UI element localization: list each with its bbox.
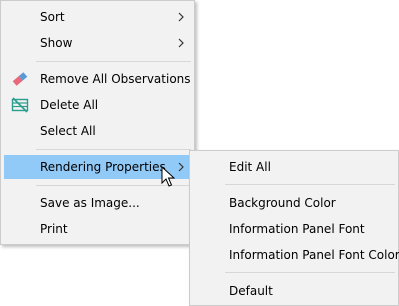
menu-item-label: Show (40, 36, 73, 50)
menu-separator (225, 272, 395, 273)
chevron-right-icon (178, 162, 184, 172)
chevron-right-icon (178, 12, 184, 22)
menu-item-label: Background Color (229, 196, 336, 210)
eraser-icon (12, 72, 28, 86)
submenu-item-default[interactable]: Default (193, 279, 395, 303)
menu-item-save-as-image[interactable]: Save as Image... (4, 191, 191, 215)
menu-item-label: Remove All Observations (40, 72, 191, 86)
submenu-item-information-panel-font[interactable]: Information Panel Font (193, 217, 395, 241)
menu-separator (36, 61, 191, 62)
menu-item-label: Sort (40, 10, 65, 24)
submenu-item-background-color[interactable]: Background Color (193, 191, 395, 215)
menu-item-label: Delete All (40, 98, 99, 112)
menu-item-print[interactable]: Print (4, 217, 191, 241)
menu-item-label: Select All (40, 124, 96, 138)
chevron-right-icon (178, 38, 184, 48)
menu-separator (36, 149, 191, 150)
mouse-pointer-icon (161, 166, 175, 187)
menu-item-remove-all-observations[interactable]: Remove All Observations (4, 67, 191, 91)
menu-item-show[interactable]: Show (4, 31, 191, 55)
submenu-item-information-panel-font-color[interactable]: Information Panel Font Color (193, 243, 399, 267)
rendering-properties-submenu: Edit All Background Color Information Pa… (189, 150, 399, 306)
menu-item-label: Edit All (229, 160, 271, 174)
menu-item-select-all[interactable]: Select All (4, 119, 191, 143)
delete-table-icon (11, 97, 29, 113)
context-menu: Sort Show Remove All Observations Delete… (0, 0, 195, 245)
menu-item-sort[interactable]: Sort (4, 5, 191, 29)
submenu-item-edit-all[interactable]: Edit All (193, 155, 395, 179)
menu-item-label: Print (40, 222, 68, 236)
menu-item-delete-all[interactable]: Delete All (4, 93, 191, 117)
menu-item-label: Information Panel Font (229, 222, 365, 236)
menu-item-label: Save as Image... (40, 196, 140, 210)
menu-item-label: Information Panel Font Color (229, 248, 399, 262)
menu-separator (225, 184, 395, 185)
menu-item-label: Rendering Properties (40, 160, 166, 174)
menu-item-label: Default (229, 284, 273, 298)
